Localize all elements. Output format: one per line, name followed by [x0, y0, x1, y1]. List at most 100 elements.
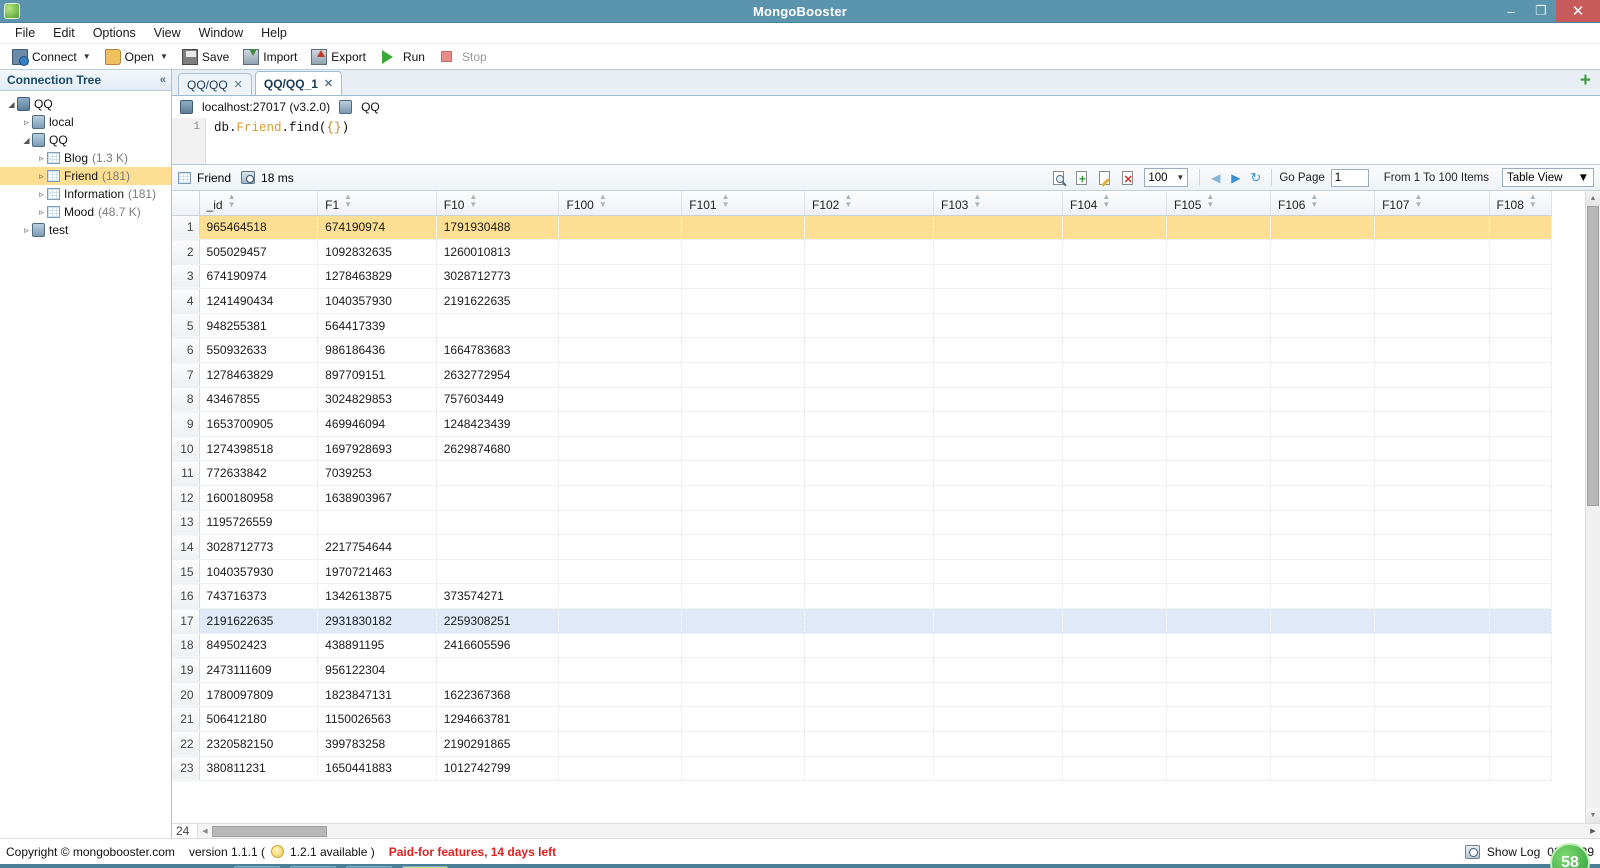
table-cell[interactable]	[558, 706, 683, 732]
table-cell[interactable]	[1166, 731, 1272, 757]
collapse-arrow-icon[interactable]	[6, 100, 17, 109]
table-cell[interactable]	[1374, 387, 1490, 413]
column-header-_id[interactable]: _id ▲ ▼	[199, 191, 319, 216]
table-cell[interactable]	[681, 485, 805, 511]
table-cell[interactable]: 399783258	[317, 731, 437, 757]
table-cell[interactable]: 564417339	[317, 313, 437, 339]
table-row[interactable]: 11 772633842 7039253	[172, 460, 1553, 487]
table-cell[interactable]	[933, 559, 1063, 585]
table-cell[interactable]	[933, 215, 1063, 241]
table-cell[interactable]	[933, 756, 1063, 782]
table-cell[interactable]	[933, 288, 1063, 314]
table-cell[interactable]	[1270, 706, 1376, 732]
table-cell[interactable]	[1374, 313, 1490, 339]
table-cell[interactable]	[1270, 337, 1376, 364]
table-cell[interactable]	[1374, 510, 1490, 536]
column-header-f100[interactable]: F100 ▲ ▼	[558, 191, 683, 216]
table-row[interactable]: 20 1780097809 1823847131 1622367368	[172, 682, 1553, 708]
table-cell[interactable]: 1664783683	[436, 337, 560, 364]
table-cell[interactable]: 1638903967	[317, 485, 437, 511]
table-cell[interactable]	[933, 387, 1063, 413]
table-cell[interactable]	[1489, 706, 1553, 732]
table-cell[interactable]	[1374, 756, 1490, 782]
table-row[interactable]: 23 380811231 1650441883 1012742799	[172, 756, 1553, 782]
table-cell[interactable]	[558, 510, 683, 536]
table-cell[interactable]	[933, 682, 1063, 708]
table-cell[interactable]	[933, 436, 1063, 462]
table-cell[interactable]: 1150026563	[317, 706, 437, 732]
tree-node-mood[interactable]: Mood(48.7 K)	[0, 203, 171, 221]
table-cell[interactable]	[558, 264, 683, 290]
table-row[interactable]: 12 1600180958 1638903967	[172, 485, 1553, 511]
table-cell[interactable]	[933, 731, 1063, 757]
table-row[interactable]: 8 43467855 3024829853 757603449	[172, 387, 1553, 413]
chevron-down-icon[interactable]: ▼	[160, 52, 168, 61]
table-cell[interactable]	[436, 559, 560, 585]
column-header-f104[interactable]: F104 ▲ ▼	[1062, 191, 1168, 216]
table-cell[interactable]	[1270, 215, 1376, 241]
table-cell[interactable]	[1270, 485, 1376, 511]
table-cell[interactable]	[1166, 215, 1272, 241]
row-number[interactable]: 17	[172, 608, 200, 634]
table-cell[interactable]	[681, 756, 805, 782]
table-row[interactable]: 17 2191622635 2931830182 2259308251	[172, 608, 1553, 634]
tree-node-local[interactable]: local	[0, 113, 171, 131]
table-cell[interactable]	[1489, 460, 1553, 487]
table-cell[interactable]	[933, 608, 1063, 634]
column-header-f105[interactable]: F105 ▲ ▼	[1166, 191, 1272, 216]
row-number[interactable]: 13	[172, 510, 200, 536]
table-cell[interactable]	[1489, 485, 1553, 511]
table-cell[interactable]	[1166, 436, 1272, 462]
table-body[interactable]: 1 965464518 674190974 1791930488 2 505029457 1…	[172, 215, 1553, 782]
table-cell[interactable]: 380811231	[199, 756, 319, 782]
editor-code[interactable]: db.Friend.find({})	[206, 118, 1600, 164]
table-cell[interactable]: 373574271	[436, 583, 560, 609]
table-cell[interactable]: 1092832635	[317, 239, 437, 265]
table-cell[interactable]: 1260010813	[436, 239, 560, 265]
table-cell[interactable]	[804, 510, 934, 536]
table-cell[interactable]	[1062, 337, 1168, 364]
table-cell[interactable]	[436, 657, 560, 683]
table-cell[interactable]	[558, 411, 683, 437]
table-cell[interactable]: 2259308251	[436, 608, 560, 634]
chevron-down-icon[interactable]: ▼	[83, 52, 91, 61]
table-cell[interactable]: 674190974	[199, 264, 319, 290]
table-cell[interactable]	[681, 608, 805, 634]
close-button[interactable]: ✕	[1556, 0, 1600, 22]
table-cell[interactable]	[1270, 362, 1376, 388]
table-cell[interactable]	[1270, 411, 1376, 437]
table-cell[interactable]	[804, 239, 934, 265]
table-cell[interactable]	[681, 731, 805, 757]
table-cell[interactable]	[1166, 337, 1272, 364]
expand-arrow-icon[interactable]	[36, 189, 47, 200]
table-cell[interactable]	[558, 460, 683, 487]
table-cell[interactable]	[558, 608, 683, 634]
table-cell[interactable]	[1062, 657, 1168, 683]
table-cell[interactable]	[1489, 756, 1553, 782]
connection-tree[interactable]: QQlocalQQBlog(1.3 K)Friend(181)Informati…	[0, 91, 171, 838]
table-row[interactable]: 16 743716373 1342613875 373574271	[172, 583, 1553, 609]
table-cell[interactable]	[1489, 608, 1553, 634]
table-cell[interactable]	[1062, 682, 1168, 708]
table-cell[interactable]	[1062, 436, 1168, 462]
table-cell[interactable]	[933, 706, 1063, 732]
table-cell[interactable]	[1489, 657, 1553, 683]
expand-arrow-icon[interactable]	[36, 207, 47, 218]
table-cell[interactable]	[681, 264, 805, 290]
table-cell[interactable]	[681, 313, 805, 339]
horizontal-scrollbar-thumb[interactable]	[212, 825, 327, 837]
table-cell[interactable]: 2191622635	[436, 288, 560, 314]
table-cell[interactable]: 1622367368	[436, 682, 560, 708]
save-button[interactable]: Save	[176, 46, 235, 68]
table-cell[interactable]	[933, 657, 1063, 683]
next-page-button[interactable]: ▶	[1227, 171, 1244, 185]
prev-page-button[interactable]: ◀	[1207, 171, 1224, 185]
table-cell[interactable]	[933, 510, 1063, 536]
table-cell[interactable]	[1166, 608, 1272, 634]
table-cell[interactable]	[1062, 510, 1168, 536]
table-cell[interactable]: 1342613875	[317, 583, 437, 609]
table-cell[interactable]	[933, 485, 1063, 511]
table-cell[interactable]	[1489, 215, 1553, 241]
table-cell[interactable]	[436, 534, 560, 560]
row-number[interactable]: 10	[172, 436, 200, 462]
